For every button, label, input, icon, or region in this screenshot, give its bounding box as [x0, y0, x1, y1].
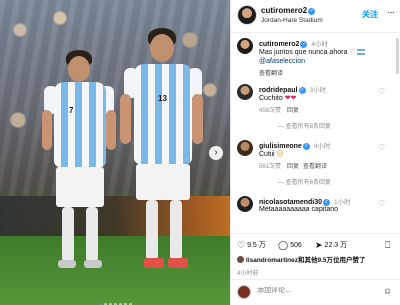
post-header: cutiromero2 ✓ Jordan-Hare Stadium 关注 ··· [231, 0, 400, 33]
heart-icon: ♡ [237, 240, 246, 250]
avatar[interactable] [237, 38, 253, 54]
comment-likes: 561次赞 [259, 164, 282, 170]
translate-link[interactable]: 查看翻译 [303, 161, 327, 170]
avatar [237, 285, 251, 299]
heart-icon[interactable]: ♡ [378, 199, 385, 208]
more-options-icon[interactable]: ··· [387, 7, 395, 18]
argentina-flag-icon [356, 49, 365, 55]
avatar [237, 256, 244, 263]
heart-emoji-icon: ♡ [349, 49, 356, 56]
red-heart-icon: ❤❤ [284, 95, 297, 102]
caption-text: Mas juntos que nunca ahora ♡ [259, 48, 365, 56]
avatar[interactable] [237, 5, 257, 25]
post-actions: ♡ 9.5 万 ◯ 506 ➤ 22.3 万 ⎕ lisandromartinez和其… [231, 233, 400, 283]
avatar[interactable] [237, 140, 253, 156]
avatar[interactable] [237, 196, 253, 212]
add-comment-bar: ☺ [231, 279, 400, 305]
comment-text: Cutiii ☹ [259, 151, 284, 158]
comment-time: 1小时 [333, 199, 351, 206]
comment-icon: ◯ [278, 240, 289, 250]
reply-button[interactable]: 回复 [287, 161, 299, 170]
follow-button[interactable]: 关注 [362, 9, 378, 20]
comment-button[interactable]: ◯ 506 [278, 240, 302, 251]
liked-by[interactable]: lisandromartinez和其他9.5万位用户赞了 [237, 254, 366, 264]
post-location[interactable]: Jordan-Hare Stadium [261, 17, 323, 24]
comments-list[interactable]: cutiromero2 ✓ 4小时 Mas juntos que nunca ah… [231, 34, 400, 232]
comment-time: 4小时 [313, 143, 331, 150]
verified-icon: ✓ [302, 143, 310, 150]
share-icon: ➤ [315, 240, 323, 250]
caption-time: 4小时 [311, 41, 329, 48]
post-timestamp: 4小时前 [237, 271, 259, 277]
view-replies-button[interactable]: — 查看所有8条回复 [278, 121, 331, 130]
post-panel: cutiromero2 ✓ Jordan-Hare Stadium 关注 ··· … [230, 0, 400, 305]
view-replies-button[interactable]: — 查看所有6条回复 [278, 177, 331, 186]
comment-username[interactable]: nicolasotamendi30 ✓ 1小时 [259, 196, 351, 206]
player-right-number: 13 [158, 94, 167, 103]
comments-scrollbar[interactable] [396, 38, 399, 74]
caption: cutiromero2 ✓ 4小时 Mas juntos que nunca ah… [231, 38, 393, 78]
emoji-icon[interactable]: ☺ [383, 286, 392, 296]
chevron-right-icon[interactable]: › [209, 146, 223, 160]
comment-time: 3小时 [309, 87, 327, 94]
reply-button[interactable]: 回复 [287, 105, 299, 114]
player-left-number: 7 [69, 106, 74, 115]
heart-icon[interactable]: ♡ [378, 143, 385, 152]
verified-icon: ✓ [298, 87, 306, 94]
face-emoji-icon: ☹ [276, 151, 284, 158]
verified-icon: ✓ [323, 199, 331, 206]
translate-link[interactable]: 查看翻译 [259, 68, 283, 77]
caption-mention[interactable]: @afaseleccion [259, 58, 305, 65]
comment-text: Cuchito ❤❤ [259, 95, 297, 102]
post-username[interactable]: cutiromero2 ✓ [261, 6, 316, 15]
like-button[interactable]: ♡ 9.5 万 [237, 240, 266, 251]
post-image[interactable]: 7 13 › [0, 0, 230, 305]
verified-icon: ✓ [300, 41, 308, 48]
comment-likes: 458次赞 [259, 108, 282, 114]
comment-item: nicolasotamendi30 ✓ 1小时 Metaaaaaaaaaa cap… [231, 196, 393, 226]
bookmark-button[interactable]: ⎕ [385, 240, 392, 251]
bookmark-icon: ⎕ [385, 240, 391, 250]
verified-icon: ✓ [308, 8, 316, 15]
comment-item: rodridepaul ✓ 3小时 Cuchito ❤❤ 458次赞 回复 — 查… [231, 84, 393, 134]
heart-icon[interactable]: ♡ [378, 87, 385, 96]
share-button[interactable]: ➤ 22.3 万 [315, 240, 347, 251]
carousel-dots [0, 293, 230, 305]
comment-username[interactable]: rodridepaul ✓ 3小时 [259, 84, 326, 94]
comment-text: Metaaaaaaaaaa capitano [259, 206, 339, 213]
comment-username[interactable]: giulisimeone ✓ 4小时 [259, 140, 330, 150]
avatar[interactable] [237, 84, 253, 100]
comment-input[interactable] [257, 287, 367, 294]
comment-item: giulisimeone ✓ 4小时 Cutiii ☹ 561次赞 回复 查看翻译… [231, 140, 393, 190]
caption-username[interactable]: cutiromero2 ✓ 4小时 [259, 38, 328, 48]
player-right: 13 [120, 28, 215, 284]
